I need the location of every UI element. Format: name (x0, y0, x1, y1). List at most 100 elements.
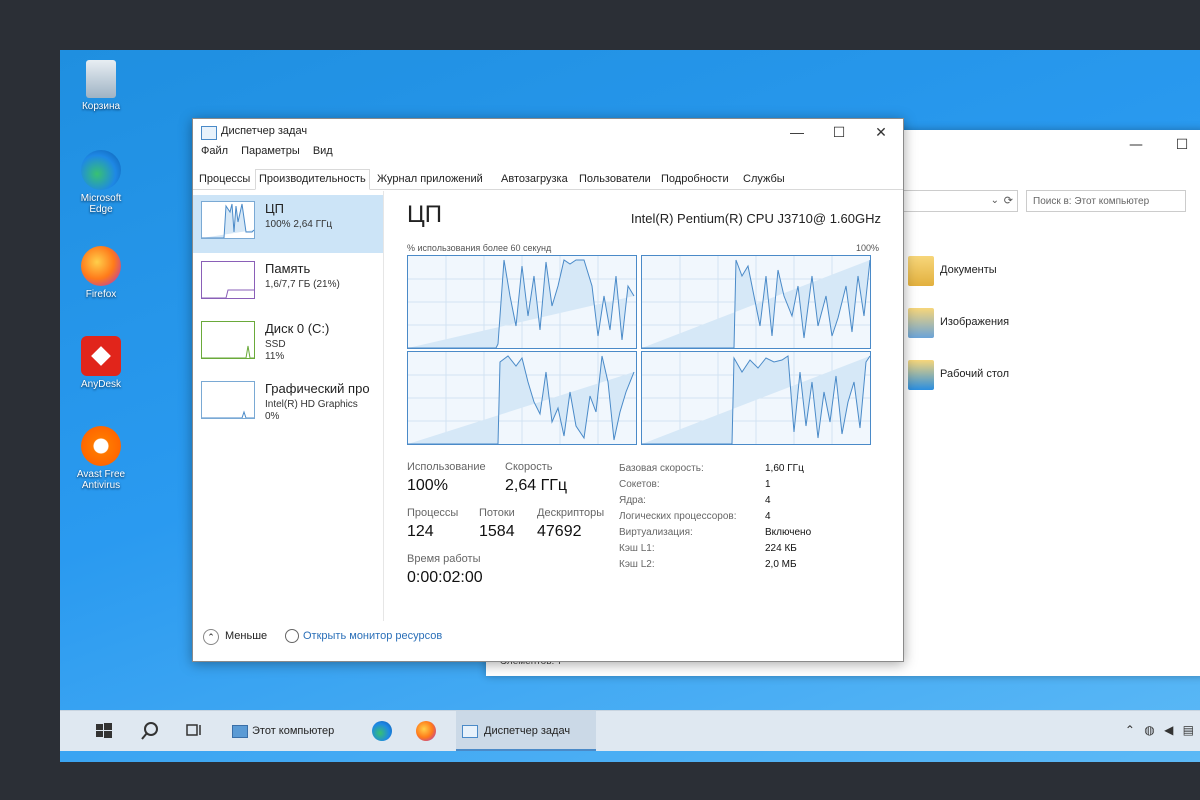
desktop-icon-label: Microsoft Edge (80, 193, 122, 215)
resource-memory[interactable]: Память 1,6/7,7 ГБ (21%) (193, 255, 383, 313)
task-manager-window[interactable]: Диспетчер задач — ☐ ✕ Файл Параметры Вид… (192, 118, 904, 662)
desktop-icon-edge[interactable]: Microsoft Edge (68, 150, 134, 215)
desktop-icon-recycle-bin[interactable]: Корзина (68, 60, 134, 112)
menu-options[interactable]: Параметры (241, 145, 300, 157)
resource-detail: Intel(R) HD Graphics (265, 399, 358, 410)
memory-thumbnail (201, 261, 255, 299)
taskbar-explorer[interactable]: Этот компьютер (228, 711, 360, 751)
desktop-icon-label: AnyDesk (80, 379, 121, 390)
resource-disk[interactable]: Диск 0 (C:) SSD 11% (193, 315, 383, 373)
info-value: 1,60 ГГц (765, 463, 804, 474)
tab-bar: Процессы Производительность Журнал прило… (193, 167, 903, 190)
resource-name: Диск 0 (C:) (265, 321, 330, 336)
desktop-icon-label: Firefox (85, 289, 117, 300)
resource-detail: SSD (265, 339, 286, 350)
cpu-core-graph-3 (641, 351, 871, 445)
handles-label: Дескрипторы (537, 507, 605, 519)
task-manager-icon (462, 725, 478, 738)
refresh-icon[interactable]: ⟳ (1004, 194, 1013, 207)
window-title: Диспетчер задач (221, 125, 308, 137)
tab-processes[interactable]: Процессы (195, 169, 254, 190)
documents-folder-icon (908, 256, 934, 286)
resource-cpu[interactable]: ЦП 100% 2,64 ГГц (193, 195, 383, 253)
resource-monitor-icon[interactable] (285, 629, 299, 643)
desktop-folder-icon (908, 360, 934, 390)
info-label: Ядра: (619, 495, 646, 506)
tab-services[interactable]: Службы (739, 169, 789, 190)
tab-app-history[interactable]: Журнал приложений (373, 169, 487, 190)
system-tray[interactable]: ⌃ ◍ ◀ ▤ (1125, 723, 1194, 737)
footer: ⌃ Меньше Открыть монитор ресурсов (193, 621, 903, 661)
resource-detail-2: 11% (265, 351, 285, 362)
tab-startup[interactable]: Автозагрузка (497, 169, 572, 190)
anydesk-icon (81, 336, 121, 376)
volume-icon[interactable]: ◀ (1164, 723, 1173, 737)
info-value: 2,0 МБ (765, 559, 797, 570)
info-value: 4 (765, 495, 771, 506)
task-view-icon[interactable] (184, 721, 204, 741)
info-value: 1 (765, 479, 771, 490)
chevron-down-icon[interactable]: ⌄ (991, 195, 999, 206)
taskbar-label: Диспетчер задач (484, 725, 571, 737)
info-label: Логических процессоров: (619, 511, 737, 522)
menu-bar: Файл Параметры Вид (193, 145, 335, 165)
windows-icon (96, 723, 112, 738)
start-button[interactable] (94, 721, 114, 741)
network-icon[interactable]: ◍ (1144, 723, 1154, 737)
open-resource-monitor-link[interactable]: Открыть монитор ресурсов (303, 630, 442, 642)
task-manager-icon (201, 126, 217, 140)
info-value: 4 (765, 511, 771, 522)
resource-name: Память (265, 261, 311, 276)
resource-gpu[interactable]: Графический про Intel(R) HD Graphics 0% (193, 375, 383, 433)
info-label: Кэш L1: (619, 543, 655, 554)
taskbar-task-manager[interactable]: Диспетчер задач (456, 711, 596, 751)
desktop-icon-label: Avast Free Antivirus (76, 469, 126, 491)
explorer-maximize-button[interactable]: ☐ (1162, 134, 1200, 156)
edge-icon (81, 150, 121, 190)
cpu-panel: ЦП Intel(R) Pentium(R) CPU J3710@ 1.60GH… (393, 191, 893, 621)
desktop-icon-avast[interactable]: Avast Free Antivirus (68, 426, 134, 491)
firefox-icon[interactable] (416, 721, 436, 741)
minimize-button[interactable]: — (777, 121, 817, 143)
explorer-minimize-button[interactable]: — (1116, 134, 1156, 156)
desktop-icon-anydesk[interactable]: AnyDesk (68, 336, 134, 390)
graph-caption: % использования более 60 секунд (407, 243, 552, 253)
cpu-graphs (407, 255, 875, 445)
tab-details[interactable]: Подробности (657, 169, 733, 190)
info-label: Базовая скорость: (619, 463, 704, 474)
chevron-up-icon[interactable]: ⌃ (203, 629, 219, 645)
cpu-title: ЦП (407, 201, 443, 228)
processes-value: 124 (407, 523, 434, 540)
info-value: 224 КБ (765, 543, 797, 554)
info-label: Виртуализация: (619, 527, 693, 538)
fewer-details-button[interactable]: Меньше (225, 630, 267, 642)
desktop-icon-firefox[interactable]: Firefox (68, 246, 134, 300)
resource-name: Графический про (265, 381, 370, 396)
uptime-value: 0:00:02:00 (407, 569, 483, 586)
chevron-up-icon[interactable]: ⌃ (1125, 723, 1135, 737)
explorer-address-bar[interactable]: ⌄ ⟳ (898, 190, 1018, 212)
cpu-core-graph-2 (407, 351, 637, 445)
title-bar[interactable]: Диспетчер задач — ☐ ✕ (193, 119, 903, 145)
tab-performance[interactable]: Производительность (255, 169, 370, 190)
info-label: Кэш L2: (619, 559, 655, 570)
usage-value: 100% (407, 477, 448, 494)
resource-detail: 100% 2,64 ГГц (265, 219, 333, 230)
edge-icon[interactable] (372, 721, 392, 741)
speed-label: Скорость (505, 461, 553, 473)
close-button[interactable]: ✕ (861, 121, 901, 143)
search-icon[interactable] (140, 721, 160, 741)
menu-view[interactable]: Вид (313, 145, 333, 157)
firefox-icon (81, 246, 121, 286)
uptime-label: Время работы (407, 553, 481, 565)
menu-file[interactable]: Файл (201, 145, 228, 157)
monitor-brand-logo (620, 782, 770, 800)
wifi-icon[interactable]: ▤ (1183, 723, 1194, 737)
taskbar: Этот компьютер Диспетчер задач ⌃ ◍ ◀ ▤ (60, 710, 1200, 751)
explorer-search-input[interactable]: Поиск в: Этот компьютер (1026, 190, 1186, 212)
tab-users[interactable]: Пользователи (575, 169, 655, 190)
usage-label: Использование (407, 461, 486, 473)
info-value: Включено (765, 527, 812, 538)
maximize-button[interactable]: ☐ (819, 121, 859, 143)
pictures-folder-icon (908, 308, 934, 338)
